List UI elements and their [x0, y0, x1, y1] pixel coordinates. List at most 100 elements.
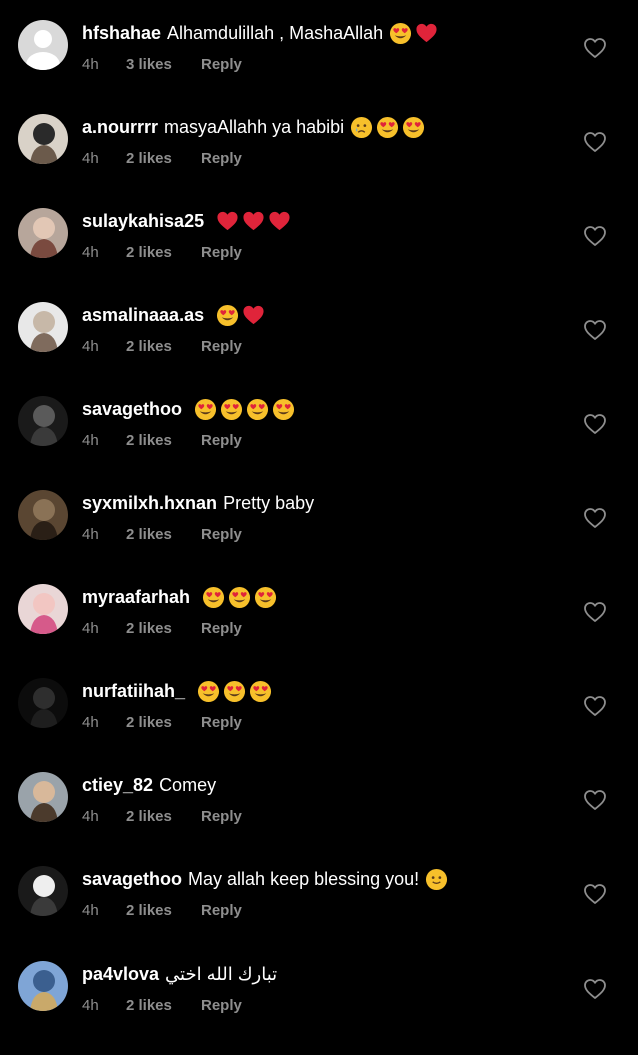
- comment-item: sulaykahisa25 4h 2 likes Reply: [0, 208, 638, 302]
- timestamp: 4h: [82, 525, 99, 543]
- avatar[interactable]: [18, 772, 68, 822]
- reply-button[interactable]: Reply: [201, 56, 242, 73]
- heart-icon[interactable]: [583, 319, 607, 341]
- heart-eyes-emoji: [194, 398, 217, 421]
- timestamp: 4h: [82, 901, 99, 919]
- likes-count[interactable]: 2 likes: [126, 244, 201, 261]
- heart-eyes-emoji: [228, 586, 251, 609]
- heart-icon[interactable]: [583, 789, 607, 811]
- comment-body: nurfatiihah_: [82, 678, 272, 704]
- heart-eyes-emoji: [272, 398, 295, 421]
- username[interactable]: myraafarhah: [82, 584, 190, 610]
- avatar[interactable]: [18, 678, 68, 728]
- comment-item: nurfatiihah_ 4h 2 likes Reply: [0, 678, 638, 772]
- comment-item: a.nourrrr masyaAllahh ya habibi 4h 2 likes R…: [0, 114, 638, 208]
- emoji-group: [350, 116, 425, 139]
- red-heart-emoji: [242, 304, 265, 327]
- likes-count[interactable]: 3 likes: [126, 56, 201, 73]
- reply-button[interactable]: Reply: [201, 808, 242, 825]
- username[interactable]: nurfatiihah_: [82, 678, 185, 704]
- avatar[interactable]: [18, 20, 68, 70]
- username[interactable]: savagethoo: [82, 866, 182, 892]
- likes-count[interactable]: 2 likes: [126, 997, 201, 1014]
- timestamp: 4h: [82, 431, 99, 449]
- avatar[interactable]: [18, 490, 68, 540]
- likes-count[interactable]: 2 likes: [126, 432, 201, 449]
- comment-body: a.nourrrr masyaAllahh ya habibi: [82, 114, 425, 140]
- reply-button[interactable]: Reply: [201, 432, 242, 449]
- red-heart-emoji: [242, 210, 265, 233]
- reply-button[interactable]: Reply: [201, 997, 242, 1014]
- reply-button[interactable]: Reply: [201, 244, 242, 261]
- comment-item: hfshahae Alhamdulillah , MashaAllah 4h 3 li…: [0, 20, 638, 114]
- timestamp: 4h: [82, 807, 99, 825]
- comment-text: masyaAllahh ya habibi: [164, 117, 345, 137]
- emoji-group: [389, 22, 438, 45]
- avatar[interactable]: [18, 396, 68, 446]
- username[interactable]: a.nourrrr: [82, 114, 158, 140]
- likes-count[interactable]: 2 likes: [126, 714, 201, 731]
- username[interactable]: asmalinaaa.as: [82, 302, 204, 328]
- comment-text: Comey: [159, 775, 217, 795]
- username[interactable]: hfshahae: [82, 20, 161, 46]
- avatar[interactable]: [18, 114, 68, 164]
- username[interactable]: pa4vlova: [82, 961, 159, 987]
- heart-icon[interactable]: [583, 225, 607, 247]
- reply-button[interactable]: Reply: [201, 150, 242, 167]
- avatar[interactable]: [18, 302, 68, 352]
- heart-eyes-emoji: [223, 680, 246, 703]
- comment-text: Alhamdulillah , MashaAllah: [167, 23, 384, 43]
- avatar[interactable]: [18, 866, 68, 916]
- heart-icon[interactable]: [583, 695, 607, 717]
- comment-body: savagethoo May allah keep blessing you!: [82, 866, 448, 892]
- heart-icon[interactable]: [583, 507, 607, 529]
- likes-count[interactable]: 2 likes: [126, 808, 201, 825]
- comment-meta: 4h 2 likes Reply: [82, 899, 242, 921]
- avatar[interactable]: [18, 584, 68, 634]
- reply-button[interactable]: Reply: [201, 714, 242, 731]
- red-heart-emoji: [268, 210, 291, 233]
- crying-face-emoji: [350, 116, 373, 139]
- comment-text: تبارك الله اختي: [165, 964, 278, 984]
- likes-count[interactable]: 2 likes: [126, 902, 201, 919]
- heart-eyes-emoji: [402, 116, 425, 139]
- heart-icon[interactable]: [583, 883, 607, 905]
- comment-meta: 4h 2 likes Reply: [82, 241, 242, 263]
- likes-count[interactable]: 2 likes: [126, 620, 201, 637]
- heart-icon[interactable]: [583, 978, 607, 1000]
- username[interactable]: savagethoo: [82, 396, 182, 422]
- emoji-group: [216, 210, 291, 233]
- emoji-group: [194, 398, 295, 421]
- username[interactable]: syxmilxh.hxnan: [82, 490, 217, 516]
- comment-meta: 4h 2 likes Reply: [82, 335, 242, 357]
- heart-eyes-emoji: [246, 398, 269, 421]
- comment-body: hfshahae Alhamdulillah , MashaAllah: [82, 20, 438, 46]
- comment-body: pa4vlova تبارك الله اختي: [82, 961, 277, 987]
- heart-icon[interactable]: [583, 601, 607, 623]
- username[interactable]: sulaykahisa25: [82, 208, 204, 234]
- reply-button[interactable]: Reply: [201, 338, 242, 355]
- avatar[interactable]: [18, 961, 68, 1011]
- likes-count[interactable]: 2 likes: [126, 338, 201, 355]
- heart-eyes-emoji: [376, 116, 399, 139]
- red-heart-emoji: [216, 210, 239, 233]
- heart-icon[interactable]: [583, 131, 607, 153]
- heart-eyes-emoji: [197, 680, 220, 703]
- comment-item: syxmilxh.hxnan Pretty baby 4h 2 likes Reply: [0, 490, 638, 584]
- red-heart-emoji: [415, 22, 438, 45]
- reply-button[interactable]: Reply: [201, 902, 242, 919]
- comment-item: savagethoo 4h 2 likes Reply: [0, 396, 638, 490]
- username[interactable]: ctiey_82: [82, 772, 153, 798]
- comment-meta: 4h 2 likes Reply: [82, 429, 242, 451]
- likes-count[interactable]: 2 likes: [126, 150, 201, 167]
- heart-icon[interactable]: [583, 37, 607, 59]
- heart-icon[interactable]: [583, 413, 607, 435]
- avatar[interactable]: [18, 208, 68, 258]
- comment-meta: 4h 3 likes Reply: [82, 53, 242, 75]
- comment-meta: 4h 2 likes Reply: [82, 805, 242, 827]
- comment-body: ctiey_82 Comey: [82, 772, 216, 798]
- reply-button[interactable]: Reply: [201, 620, 242, 637]
- likes-count[interactable]: 2 likes: [126, 526, 201, 543]
- timestamp: 4h: [82, 619, 99, 637]
- reply-button[interactable]: Reply: [201, 526, 242, 543]
